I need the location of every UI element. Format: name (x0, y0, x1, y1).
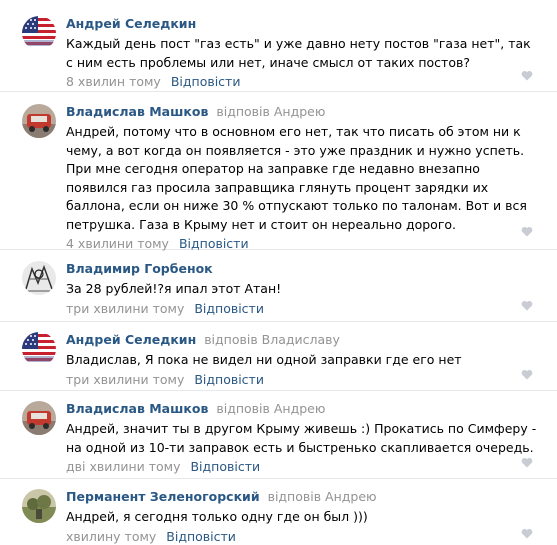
reply-button[interactable]: Відповісти (190, 459, 260, 474)
reply-button[interactable]: Відповісти (179, 236, 249, 251)
comment-feed: Андрей Селедкин Каждый день пост "газ ес… (0, 0, 557, 544)
heart-icon[interactable] (521, 300, 533, 311)
avatar[interactable] (22, 261, 56, 295)
comment-time[interactable]: дві хвилини тому (66, 459, 180, 474)
heart-icon[interactable] (521, 528, 533, 539)
comment-time[interactable]: 8 хвилин тому (66, 74, 161, 89)
flag-avatar-image (22, 332, 56, 366)
reply-button[interactable]: Відповісти (171, 74, 241, 89)
author-name[interactable]: Андрей Селедкин (66, 332, 196, 347)
author-name[interactable]: Перманент Зеленогорский (66, 489, 260, 504)
reply-button[interactable]: Відповісти (166, 529, 236, 544)
comment-time[interactable]: хвилину тому (66, 529, 156, 544)
avatar[interactable] (22, 332, 56, 366)
heart-icon[interactable] (521, 457, 533, 468)
car-avatar-image (22, 401, 56, 435)
heart-icon[interactable] (521, 226, 533, 237)
reply-button[interactable]: Відповісти (194, 372, 264, 387)
replied-to[interactable]: відповів Андрею (216, 104, 325, 119)
heart-icon[interactable] (521, 70, 533, 81)
replied-to[interactable]: відповів Андрею (216, 401, 325, 416)
comment-item: Андрей Селедкин Каждый день пост "газ ес… (0, 0, 557, 92)
avatar[interactable] (22, 489, 56, 523)
comment-item: Владислав Машков відповів Андрею Андрей,… (0, 391, 557, 479)
comment-text: Андрей, потому что в основном его нет, т… (66, 124, 527, 232)
author-name[interactable]: Владислав Машков (66, 401, 208, 416)
author-name[interactable]: Андрей Селедкин (66, 16, 196, 31)
reply-button[interactable]: Відповісти (194, 301, 264, 316)
comment-time[interactable]: три хвилини тому (66, 372, 184, 387)
comment-text: Владислав, Я пока не видел ни одной запр… (66, 352, 462, 367)
replied-to[interactable]: відповів Андрею (268, 489, 377, 504)
comment-time[interactable]: три хвилини тому (66, 301, 184, 316)
comment-time[interactable]: 4 хвилини тому (66, 236, 169, 251)
comment-item: Андрей Селедкин відповів Владиславу Влад… (0, 322, 557, 391)
flag-avatar-image (22, 16, 56, 50)
replied-to[interactable]: відповів Владиславу (204, 332, 340, 347)
avatar[interactable] (22, 104, 56, 138)
sketch-avatar-image (22, 261, 56, 295)
avatar[interactable] (22, 16, 56, 50)
comment-text: Каждый день пост "газ есть" и уже давно … (66, 36, 531, 70)
comment-text: Андрей, я сегодня только одну где он был… (66, 509, 368, 524)
comment-text: Андрей, значит ты в другом Крыму живешь … (66, 421, 537, 455)
landscape-avatar-image (22, 489, 56, 523)
comment-item: Перманент Зеленогорский відповів Андрею … (0, 479, 557, 544)
car-avatar-image (22, 104, 56, 138)
comment-text: За 28 рублей!?я ипал этот Атан! (66, 281, 282, 296)
comment-item: Владимир Горбенок За 28 рублей!?я ипал э… (0, 250, 557, 322)
avatar[interactable] (22, 401, 56, 435)
author-name[interactable]: Владимир Горбенок (66, 261, 213, 276)
heart-icon[interactable] (521, 369, 533, 380)
comment-item: Владислав Машков відповів Андрею Андрей,… (0, 92, 557, 251)
author-name[interactable]: Владислав Машков (66, 104, 208, 119)
